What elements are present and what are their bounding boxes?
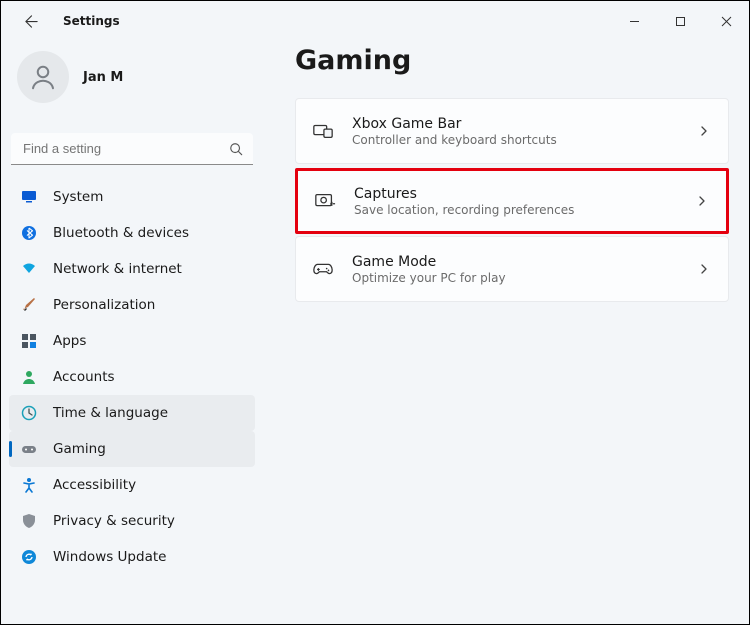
apps-icon: [21, 333, 37, 349]
clock-globe-icon: [21, 405, 37, 421]
sidebar-item-accounts[interactable]: Accounts: [9, 359, 255, 395]
page-title: Gaming: [295, 45, 729, 76]
sidebar-item-bluetooth[interactable]: Bluetooth & devices: [9, 215, 255, 251]
sidebar-item-windows-update[interactable]: Windows Update: [9, 539, 255, 575]
monitor-icon: [21, 189, 37, 205]
profile-block[interactable]: Jan M: [9, 45, 255, 109]
card-game-mode[interactable]: Game Mode Optimize your PC for play: [295, 236, 729, 302]
sidebar-item-label: Network & internet: [53, 261, 182, 277]
update-icon: [21, 549, 37, 565]
close-button[interactable]: [703, 5, 749, 37]
chevron-right-icon: [698, 263, 710, 275]
search-input[interactable]: [11, 133, 253, 165]
card-subtitle: Controller and keyboard shortcuts: [352, 133, 698, 147]
sidebar-item-label: Privacy & security: [53, 513, 175, 529]
back-arrow-icon: [24, 14, 39, 29]
search-icon[interactable]: [229, 142, 243, 156]
sidebar-item-label: System: [53, 189, 103, 205]
sidebar-item-gaming[interactable]: Gaming: [9, 431, 255, 467]
sidebar-item-network[interactable]: Network & internet: [9, 251, 255, 287]
controller-icon: [312, 258, 334, 280]
window-controls: [611, 5, 749, 37]
sidebar-item-label: Time & language: [53, 405, 168, 421]
window-title: Settings: [63, 14, 120, 28]
search-container: [11, 133, 253, 165]
card-subtitle: Optimize your PC for play: [352, 271, 698, 285]
sidebar-item-label: Gaming: [53, 441, 106, 457]
bluetooth-icon: [21, 225, 37, 241]
sidebar-item-label: Windows Update: [53, 549, 166, 565]
sidebar-item-apps[interactable]: Apps: [9, 323, 255, 359]
avatar: [17, 51, 69, 103]
titlebar: Settings: [1, 1, 749, 41]
card-title: Game Mode: [352, 254, 698, 270]
minimize-icon: [629, 16, 640, 27]
captures-icon: [314, 190, 336, 212]
maximize-button[interactable]: [657, 5, 703, 37]
card-text: Xbox Game Bar Controller and keyboard sh…: [352, 116, 698, 147]
sidebar-item-privacy[interactable]: Privacy & security: [9, 503, 255, 539]
person-icon: [28, 62, 58, 92]
game-bar-icon: [312, 120, 334, 142]
close-icon: [721, 16, 732, 27]
sidebar-item-label: Accounts: [53, 369, 115, 385]
back-button[interactable]: [17, 7, 45, 35]
sidebar-item-label: Personalization: [53, 297, 155, 313]
shield-icon: [21, 513, 37, 529]
sidebar-item-label: Bluetooth & devices: [53, 225, 189, 241]
card-title: Captures: [354, 186, 696, 202]
brush-icon: [21, 297, 37, 313]
sidebar-item-time-language[interactable]: Time & language: [9, 395, 255, 431]
accessibility-icon: [21, 477, 37, 493]
wifi-icon: [21, 261, 37, 277]
chevron-right-icon: [696, 195, 708, 207]
minimize-button[interactable]: [611, 5, 657, 37]
sidebar-item-label: Apps: [53, 333, 86, 349]
main-content: Gaming Xbox Game Bar Controller and keyb…: [263, 41, 749, 624]
gamepad-icon: [21, 441, 37, 457]
card-text: Game Mode Optimize your PC for play: [352, 254, 698, 285]
sidebar-item-system[interactable]: System: [9, 179, 255, 215]
card-text: Captures Save location, recording prefer…: [354, 186, 696, 217]
card-title: Xbox Game Bar: [352, 116, 698, 132]
profile-name: Jan M: [83, 70, 123, 85]
chevron-right-icon: [698, 125, 710, 137]
nav-list: System Bluetooth & devices Network & int…: [9, 179, 255, 575]
sidebar-item-accessibility[interactable]: Accessibility: [9, 467, 255, 503]
sidebar-item-personalization[interactable]: Personalization: [9, 287, 255, 323]
maximize-icon: [675, 16, 686, 27]
card-captures[interactable]: Captures Save location, recording prefer…: [295, 168, 729, 234]
card-subtitle: Save location, recording preferences: [354, 203, 696, 217]
account-icon: [21, 369, 37, 385]
card-xbox-game-bar[interactable]: Xbox Game Bar Controller and keyboard sh…: [295, 98, 729, 164]
sidebar: Jan M System Bluetooth & devices Network…: [1, 41, 263, 624]
sidebar-item-label: Accessibility: [53, 477, 136, 493]
